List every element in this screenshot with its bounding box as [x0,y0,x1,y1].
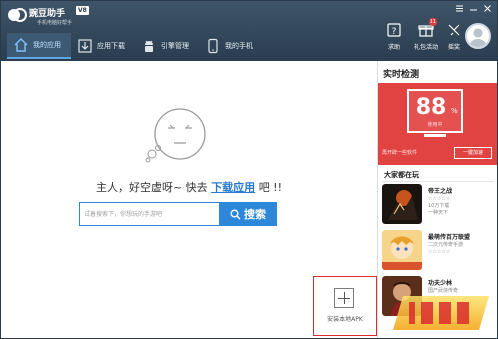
empty-face-icon [145,108,206,163]
install-local-label: 安装本地APK [327,316,363,323]
monitor-hint: 再开辟一些软件 [382,150,418,156]
android-icon [141,38,157,54]
search-button[interactable]: 搜索 [219,202,277,226]
avatar[interactable] [465,23,491,49]
tab-label: 引擎管理 [161,42,189,50]
monitor-stand [424,134,446,137]
app-slogan: 手机电脑好帮手 [37,20,73,26]
monitor-screen: 88 % 使用中 [407,89,463,133]
game-item[interactable]: 帝王之战 ☆☆☆☆☆ 10万下载 一种天下 [382,184,494,230]
game-icon [382,230,422,270]
search-button-label: 搜索 [244,209,266,221]
menu-icon [455,5,463,12]
search-icon [230,209,241,219]
search-bar: 搜索 [79,202,279,226]
logo-icon [8,8,27,22]
monitor-header: 实时检测 [378,61,497,83]
game-tagline: 一种天下 [428,210,449,216]
game-name: 帝王之战 [428,188,453,195]
tab-label: 我的应用 [33,41,61,49]
usage-score: 88 [415,95,447,120]
game-name: 最萌传百万联盟 [428,234,471,241]
svg-text:?: ? [392,27,397,37]
shake-button[interactable]: 摇奖 [441,21,467,57]
download-icon [77,38,93,54]
empty-message: 主人，好空虚呀~ 快去 下载应用 吧 !! [1,179,377,195]
game-meta: ☆☆☆☆☆ 10万下载 一种天下 [428,196,450,217]
main-tabs: 我的应用 应用下载 引擎管理 我的手机 [7,33,263,59]
game-rating: ☆☆☆☆☆ [428,196,451,202]
gift-icon: 11 [417,18,437,39]
menu-button[interactable] [453,3,465,14]
close-button[interactable] [481,3,493,14]
search-input[interactable] [79,202,219,226]
phone-icon [205,38,221,54]
home-icon [13,37,29,53]
monitor-panel: 88 % 使用中 再开辟一些软件 一键加速 [378,83,497,165]
gift-button[interactable]: 11 礼包活动 [409,18,443,57]
usage-caption: 使用中 [427,122,443,128]
watermark-logo [393,296,489,330]
my-apps-panel: 主人，好空虚呀~ 快去 下载应用 吧 !! 搜索 安装本地APK [1,61,377,338]
install-local-apk-button[interactable]: 安装本地APK [313,276,377,336]
minimize-button[interactable] [467,3,479,14]
app-window: 豌豆助手 V8 手机电脑好帮手 我的应用 应用下载 引擎管理 我的手机 ? 求助… [0,0,498,339]
app-logo: 豌豆助手 V8 手机电脑好帮手 [7,5,97,29]
accelerate-button[interactable]: 一键加速 [454,147,492,159]
user-icon [469,28,487,47]
version-badge: V8 [76,6,89,15]
tab-my-phone[interactable]: 我的手机 [199,33,263,59]
tab-my-apps[interactable]: 我的应用 [7,33,71,59]
empty-suffix: 吧 !! [258,181,283,194]
game-downloads: 10万下载 [428,203,450,209]
close-icon [483,5,491,12]
gift-label: 礼包活动 [413,44,438,51]
gift-badge: 11 [428,18,437,26]
download-apps-link[interactable]: 下载应用 [211,181,255,194]
tab-engine-manage[interactable]: 引擎管理 [135,33,199,59]
tab-label: 应用下载 [97,42,125,50]
game-icon [382,184,422,224]
empty-prefix: 主人，好空虚呀~ 快去 [95,181,208,194]
help-label: 求助 [387,44,400,51]
divider [382,181,494,182]
shake-icon [445,21,463,39]
help-icon: ? [385,21,403,39]
game-tagline: 二次元传奇手游 [428,242,464,248]
help-button[interactable]: ? 求助 [381,21,407,57]
monitor-title: 实时检测 [383,70,420,80]
usage-unit: % [451,107,458,115]
tab-label: 我的手机 [225,42,253,50]
app-name: 豌豆助手 [29,9,66,19]
popular-title: 大家都在玩 [384,171,419,179]
game-rating: ☆☆☆☆☆ [428,249,451,255]
shake-label: 摇奖 [447,44,460,51]
tab-app-download[interactable]: 应用下载 [71,33,135,59]
minimize-icon [469,9,477,11]
game-item[interactable]: 最萌传百万联盟 二次元传奇手游 ☆☆☆☆☆ [382,230,494,276]
game-meta: 二次元传奇手游 ☆☆☆☆☆ [428,242,463,256]
plus-icon [334,288,354,308]
title-bar: 豌豆助手 V8 手机电脑好帮手 我的应用 应用下载 引擎管理 我的手机 ? 求助… [1,1,497,61]
